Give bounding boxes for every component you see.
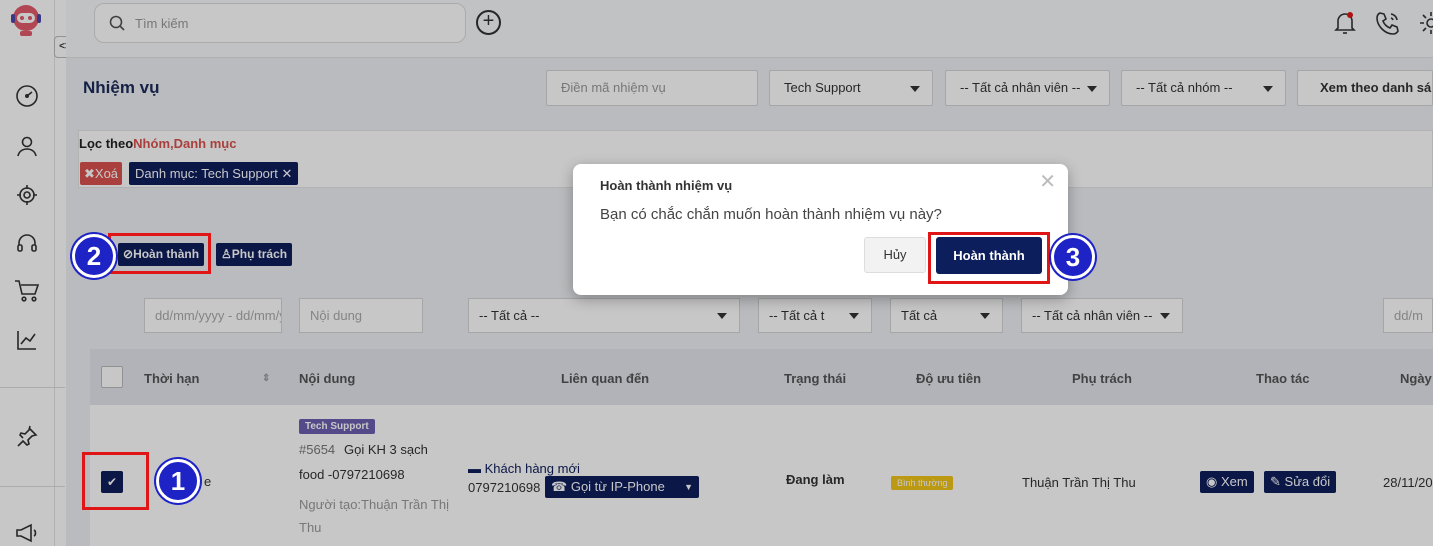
dialog-message: Bạn có chắc chắn muốn hoàn thành nhiệm v… — [600, 206, 942, 223]
dialog-title: Hoàn thành nhiệm vụ — [600, 178, 733, 193]
step-badge-2: 2 — [72, 234, 116, 278]
highlight-box-complete — [108, 233, 211, 274]
cancel-button[interactable]: Hủy — [864, 237, 926, 273]
step-badge-3: 3 — [1051, 235, 1095, 279]
close-icon[interactable]: ✕ — [1039, 172, 1056, 192]
highlight-box-checkbox — [82, 452, 149, 510]
step-badge-1: 1 — [156, 459, 200, 503]
highlight-box-confirm — [928, 232, 1050, 284]
